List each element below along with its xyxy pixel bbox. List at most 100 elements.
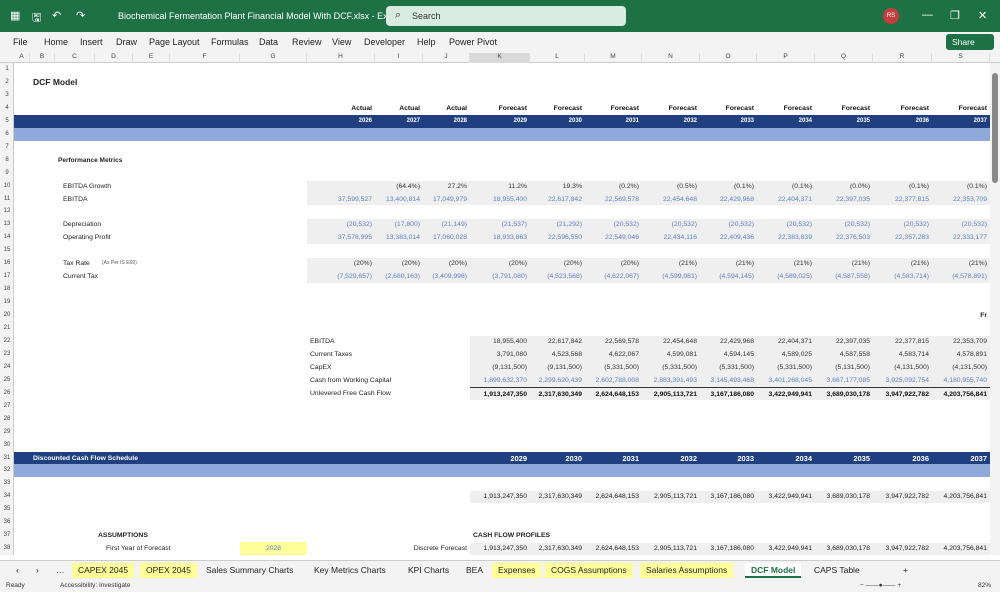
metric-value[interactable]: 18,955,400 bbox=[470, 193, 530, 206]
metric-value[interactable]: (64.4%) bbox=[375, 180, 423, 193]
metric-value[interactable]: (20,532) bbox=[815, 218, 873, 231]
fcf-value[interactable]: 22,569,578 bbox=[585, 335, 642, 348]
metric-value[interactable]: (21%) bbox=[932, 257, 990, 270]
metric-value[interactable]: 22,383,839 bbox=[757, 231, 815, 244]
accessibility-status[interactable]: Accessibility: Investigate bbox=[60, 582, 130, 589]
metric-value[interactable]: (0.5%) bbox=[642, 180, 700, 193]
metric-value[interactable]: (20,532) bbox=[642, 218, 700, 231]
metric-value[interactable]: 22,434,116 bbox=[642, 231, 700, 244]
metric-value[interactable]: 11.2% bbox=[470, 180, 530, 193]
discrete-forecast-value[interactable]: 3,422,949,941 bbox=[757, 542, 815, 555]
fcf-value[interactable]: 22,353,709 bbox=[932, 335, 990, 348]
menu-developer[interactable]: Developer bbox=[364, 37, 405, 47]
dcf-value[interactable]: 1,913,247,350 bbox=[470, 490, 530, 503]
fcf-value[interactable]: 4,578,891 bbox=[932, 348, 990, 361]
metric-value[interactable]: (4,583,714) bbox=[873, 270, 932, 283]
period-type[interactable]: Actual bbox=[307, 102, 375, 115]
column-header-G[interactable]: G bbox=[240, 53, 307, 63]
cash-flow-profiles-title[interactable]: CASH FLOW PROFILES bbox=[470, 529, 590, 542]
column-header-B[interactable]: B bbox=[30, 53, 55, 63]
sheet-tab-opex-2045[interactable]: OPEX 2045 bbox=[140, 563, 197, 578]
fcf-value[interactable]: 2,883,391,493 bbox=[642, 374, 700, 387]
metric-value[interactable]: (21,537) bbox=[470, 218, 530, 231]
column-header-E[interactable]: E bbox=[133, 53, 170, 63]
metric-value[interactable]: 22,429,968 bbox=[700, 193, 757, 206]
row-header[interactable]: 29 bbox=[0, 429, 14, 435]
year-header[interactable]: 2027 bbox=[375, 115, 423, 128]
fcf-label[interactable]: CapEX bbox=[307, 361, 467, 374]
row-header[interactable]: 18 bbox=[0, 286, 14, 292]
metric-value[interactable]: 22,377,815 bbox=[873, 193, 932, 206]
discrete-forecast-label[interactable]: Discrete Forecast bbox=[375, 542, 470, 555]
metric-value[interactable]: 22,454,648 bbox=[642, 193, 700, 206]
discrete-forecast-value[interactable]: 2,624,648,153 bbox=[585, 542, 642, 555]
tab-scroll-left[interactable]: ‹ bbox=[10, 563, 25, 578]
metric-value[interactable]: 22,569,578 bbox=[585, 193, 642, 206]
metric-value[interactable]: (0.1%) bbox=[757, 180, 815, 193]
save-icon[interactable]: 🖫 bbox=[32, 9, 41, 28]
user-avatar[interactable]: RS bbox=[883, 8, 899, 24]
fcf-value[interactable]: 3,401,268,045 bbox=[757, 374, 815, 387]
vertical-scrollbar[interactable] bbox=[990, 63, 1000, 555]
row-header[interactable]: 27 bbox=[0, 403, 14, 409]
row-header[interactable]: 19 bbox=[0, 299, 14, 305]
column-header-A[interactable]: A bbox=[14, 53, 30, 63]
zoom-slider[interactable]: − ——●—— + bbox=[860, 582, 901, 589]
discrete-forecast-value[interactable]: 2,317,630,349 bbox=[530, 542, 585, 555]
fcf-value[interactable]: 3,145,493,468 bbox=[700, 374, 757, 387]
discrete-forecast-value[interactable]: 3,947,922,782 bbox=[873, 542, 932, 555]
year-header[interactable]: 2028 bbox=[423, 115, 470, 128]
fcf-value[interactable]: 22,454,648 bbox=[642, 335, 700, 348]
fcf-value[interactable]: 4,180,955,740 bbox=[932, 374, 990, 387]
dcf-value[interactable]: 3,167,186,080 bbox=[700, 490, 757, 503]
period-type[interactable]: Forecast bbox=[873, 102, 932, 115]
row-header[interactable]: 10 bbox=[0, 183, 14, 189]
menu-review[interactable]: Review bbox=[292, 37, 322, 47]
row-header[interactable]: 34 bbox=[0, 493, 14, 499]
sheet-tab-salaries-assumptions[interactable]: Salaries Assumptions bbox=[640, 563, 734, 578]
menu-formulas[interactable]: Formulas bbox=[211, 37, 249, 47]
period-type[interactable]: Forecast bbox=[757, 102, 815, 115]
row-header[interactable]: 6 bbox=[0, 131, 14, 137]
dcf-year[interactable]: 2035 bbox=[815, 452, 873, 465]
fcf-label[interactable]: Unlevered Free Cash Flow bbox=[307, 387, 467, 400]
metric-value[interactable]: (17,800) bbox=[375, 218, 423, 231]
spreadsheet-grid[interactable]: DCF Model Actual Actual Actual Forecast Forec… bbox=[14, 63, 990, 555]
fcf-value[interactable]: 4,203,756,841 bbox=[932, 386, 990, 400]
year-header[interactable]: 2037 bbox=[932, 115, 990, 128]
metric-label[interactable]: Operating Profit bbox=[60, 231, 210, 244]
metric-value[interactable]: 22,397,035 bbox=[815, 193, 873, 206]
period-type[interactable]: Forecast bbox=[470, 102, 530, 115]
column-header-L[interactable]: L bbox=[530, 53, 585, 63]
row-header[interactable]: 20 bbox=[0, 312, 14, 318]
period-type[interactable]: Actual bbox=[375, 102, 423, 115]
fcf-value[interactable]: 22,377,815 bbox=[873, 335, 932, 348]
metric-value[interactable]: (3,791,080) bbox=[470, 270, 530, 283]
metric-value[interactable]: (20,532) bbox=[873, 218, 932, 231]
fcf-value[interactable]: 3,667,177,085 bbox=[815, 374, 873, 387]
menu-file[interactable]: File bbox=[13, 37, 28, 47]
dcf-year[interactable]: 2031 bbox=[585, 452, 642, 465]
metric-value[interactable]: (4,622,067) bbox=[585, 270, 642, 283]
row-header[interactable]: 1 bbox=[0, 66, 14, 72]
metric-value[interactable]: 17,060,028 bbox=[423, 231, 470, 244]
row-header[interactable]: 16 bbox=[0, 260, 14, 266]
menu-home[interactable]: Home bbox=[44, 37, 68, 47]
column-header-K[interactable]: K bbox=[470, 53, 530, 63]
fcf-value[interactable]: (4,131,500) bbox=[873, 361, 932, 374]
metric-value[interactable]: (20%) bbox=[585, 257, 642, 270]
metric-value[interactable]: (20,532) bbox=[307, 218, 375, 231]
row-header[interactable]: 38 bbox=[0, 545, 14, 551]
metric-value[interactable]: 22,376,503 bbox=[815, 231, 873, 244]
row-header[interactable]: 28 bbox=[0, 416, 14, 422]
sheet-tab-capex-2045[interactable]: CAPEX 2045 bbox=[72, 563, 135, 578]
row-header[interactable]: 9 bbox=[0, 170, 14, 176]
row-header[interactable]: 24 bbox=[0, 364, 14, 370]
column-header-O[interactable]: O bbox=[700, 53, 757, 63]
metric-value[interactable]: 13,400,814 bbox=[375, 193, 423, 206]
fcf-value[interactable]: 3,422,949,941 bbox=[757, 386, 815, 400]
discrete-forecast-value[interactable]: 1,913,247,350 bbox=[470, 542, 530, 555]
metric-value[interactable]: (0.1%) bbox=[873, 180, 932, 193]
fcf-value[interactable]: (5,131,500) bbox=[815, 361, 873, 374]
dcf-value[interactable]: 4,203,756,841 bbox=[932, 490, 990, 503]
